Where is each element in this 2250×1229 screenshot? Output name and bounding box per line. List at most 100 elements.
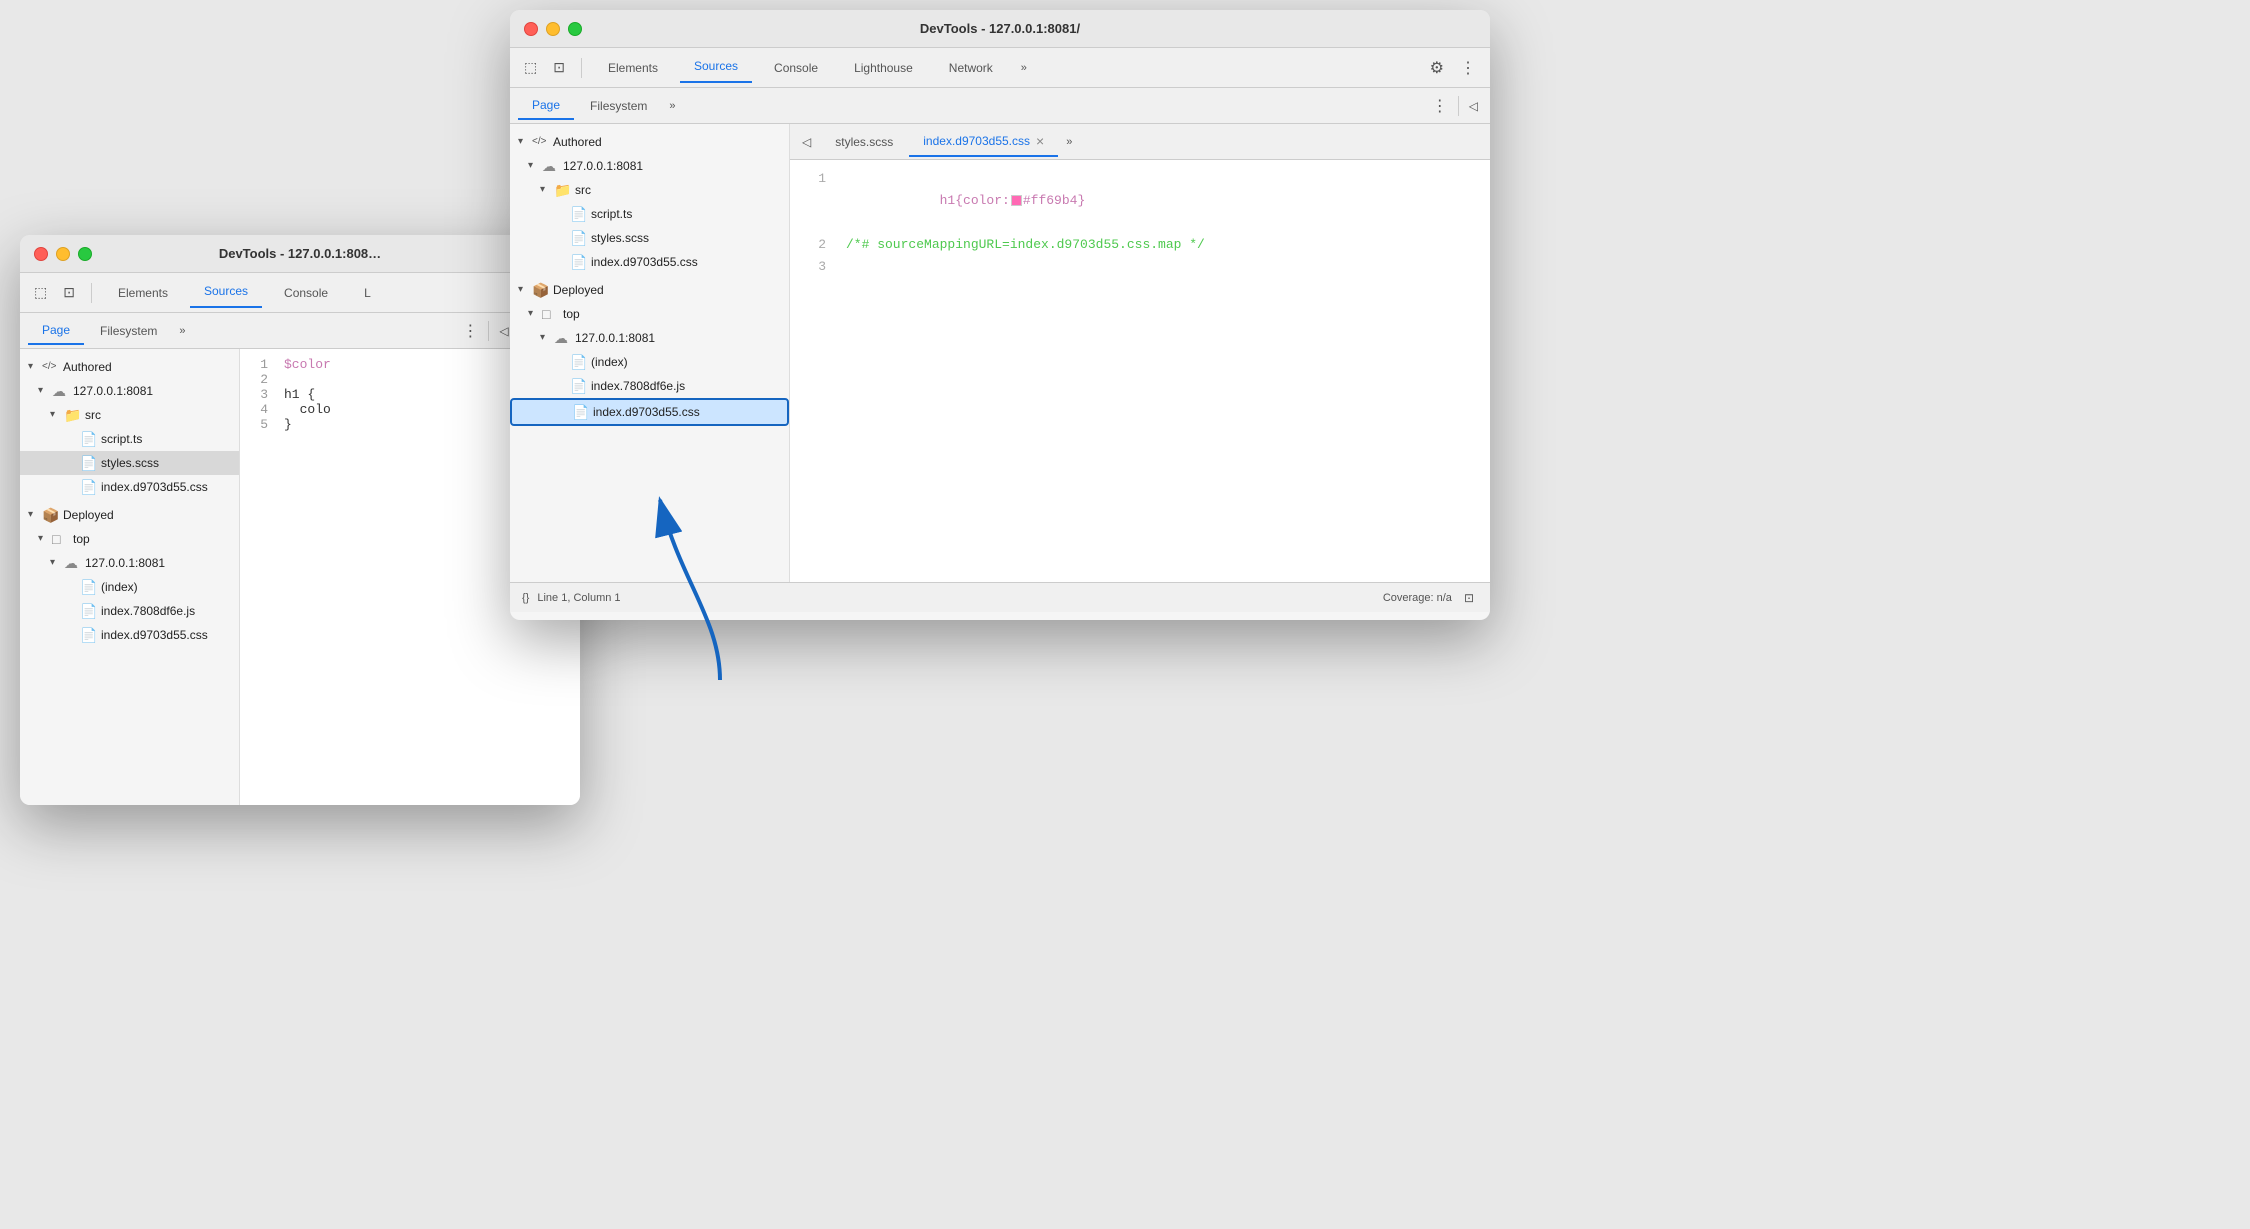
front-device-icon[interactable]: ⊡ [549,55,569,80]
back-device-icon[interactable]: ⊡ [59,280,79,305]
front-editor-tab-index-css[interactable]: index.d9703d55.css × [909,127,1058,157]
back-line-num-5: 5 [248,417,268,432]
front-subtab-page[interactable]: Page [518,92,574,120]
front-tab-lighthouse[interactable]: Lighthouse [840,55,927,81]
back-tab-sources[interactable]: Sources [190,278,262,308]
front-code-row-1: 1 h1{color:#ff69b4} [806,168,1474,234]
front-editor-collapse-icon[interactable]: ◁ [798,133,815,151]
front-editor-tab-more[interactable]: » [1060,134,1078,150]
front-index-css1-icon: 📄 [570,252,588,272]
front-subtab-filesystem[interactable]: Filesystem [576,93,661,119]
back-tab-console[interactable]: Console [270,280,342,306]
front-tab-console[interactable]: Console [760,55,832,81]
back-host1-label: 127.0.0.1:8081 [73,381,153,401]
front-index-html-icon: 📄 [570,352,588,372]
front-index-html-item[interactable]: 📄 (index) [510,350,789,374]
back-styles-scss-icon: 📄 [80,453,98,473]
back-devtools-window[interactable]: DevTools - 127.0.0.1:808… ⬚ ⊡ Elements S… [20,235,580,805]
front-tab-more-2[interactable]: » [663,98,681,114]
front-deployed-icon: 📦 [532,280,550,300]
front-titlebar: DevTools - 127.0.0.1:8081/ [510,10,1490,48]
back-subtab-filesystem[interactable]: Filesystem [86,318,171,344]
back-host2-cloud-icon: ☁ [64,553,82,573]
back-tab-menu-btn[interactable]: ⋮ [458,319,482,343]
back-host2-arrow [50,553,64,573]
front-styles-scss-item[interactable]: 📄 styles.scss [510,226,789,250]
front-tab-network[interactable]: Network [935,55,1007,81]
front-tab-sources[interactable]: Sources [680,53,752,83]
back-index-html-label: (index) [101,577,138,597]
front-src-arrow [540,180,554,200]
front-tab-menu-btn[interactable]: ⋮ [1428,94,1452,118]
front-cursor-icon[interactable]: ⬚ [520,55,541,80]
front-editor-tab-close-icon[interactable]: × [1036,133,1044,149]
front-host1-label: 127.0.0.1:8081 [563,156,643,176]
back-host2-item[interactable]: ☁ 127.0.0.1:8081 [20,551,239,575]
front-deployed-arrow [518,280,532,300]
front-editor-tab-index-css-label: index.d9703d55.css [923,134,1030,148]
back-line-content-1: $color [284,357,331,372]
front-index-css2-item[interactable]: 📄 index.d9703d55.css [510,398,789,426]
back-tab-elements[interactable]: Elements [104,280,182,306]
back-line-content-4: colo [284,402,331,417]
front-line-1-part2: #ff69b4} [1023,193,1085,208]
front-expand-icon[interactable]: ⊡ [1460,587,1478,609]
back-top-item[interactable]: □ top [20,527,239,551]
back-src-item[interactable]: 📁 src [20,403,239,427]
front-close-btn[interactable] [524,22,538,36]
front-line-1-content: h1{color:#ff69b4} [846,168,1085,234]
front-top-label: top [563,304,580,324]
front-tab-more[interactable]: » [1015,60,1033,76]
back-titlebar: DevTools - 127.0.0.1:808… [20,235,580,273]
back-subtab-page[interactable]: Page [28,317,84,345]
back-file-tree[interactable]: </> Authored ☁ 127.0.0.1:8081 📁 src 📄 sc… [20,349,240,805]
back-minimize-btn[interactable] [56,247,70,261]
front-script-ts-icon: 📄 [570,204,588,224]
front-top-item[interactable]: □ top [510,302,789,326]
back-styles-scss-label: styles.scss [101,453,159,473]
back-index-css2-item[interactable]: 📄 index.d9703d55.css [20,623,239,647]
back-index-css2-icon: 📄 [80,625,98,645]
back-src-label: src [85,405,101,425]
back-tab-more[interactable]: » [173,323,191,339]
front-maximize-btn[interactable] [568,22,582,36]
front-src-item[interactable]: 📁 src [510,178,789,202]
back-tab-l[interactable]: L [350,280,385,306]
front-deployed-item[interactable]: 📦 Deployed [510,278,789,302]
back-main-toolbar: ⬚ ⊡ Elements Sources Console L ⚙ ⋮ [20,273,580,313]
back-maximize-btn[interactable] [78,247,92,261]
back-host1-item[interactable]: ☁ 127.0.0.1:8081 [20,379,239,403]
back-authored-item[interactable]: </> Authored [20,355,239,379]
front-curly-icon: {} [522,592,529,604]
front-settings-icon[interactable]: ⚙ [1426,54,1448,82]
front-host2-item[interactable]: ☁ 127.0.0.1:8081 [510,326,789,350]
front-editor-tab-styles[interactable]: styles.scss [821,129,907,155]
front-index-css1-item[interactable]: 📄 index.d9703d55.css [510,250,789,274]
front-script-ts-item[interactable]: 📄 script.ts [510,202,789,226]
back-deployed-icon: 📦 [42,505,60,525]
back-deployed-arrow [28,505,42,525]
front-collapse-icon[interactable]: ◁ [1465,97,1482,115]
back-styles-scss-item[interactable]: 📄 styles.scss [20,451,239,475]
front-index-js-item[interactable]: 📄 index.7808df6e.js [510,374,789,398]
back-index-js-item[interactable]: 📄 index.7808df6e.js [20,599,239,623]
back-close-btn[interactable] [34,247,48,261]
front-host1-item[interactable]: ☁ 127.0.0.1:8081 [510,154,789,178]
back-deployed-item[interactable]: 📦 Deployed [20,503,239,527]
back-index-css1-item[interactable]: 📄 index.d9703d55.css [20,475,239,499]
back-authored-icon: </> [42,357,60,377]
back-index-html-item[interactable]: 📄 (index) [20,575,239,599]
back-index-js-icon: 📄 [80,601,98,621]
front-code-editor: 1 h1{color:#ff69b4} 2 /*# sourceMappingU… [790,160,1490,582]
back-cursor-icon[interactable]: ⬚ [30,280,51,305]
back-line-num-1: 1 [248,357,268,372]
front-minimize-btn[interactable] [546,22,560,36]
front-devtools-window[interactable]: DevTools - 127.0.0.1:8081/ ⬚ ⊡ Elements … [510,10,1490,620]
front-file-tree[interactable]: </> Authored ☁ 127.0.0.1:8081 📁 src 📄 sc… [510,124,790,582]
front-more-icon[interactable]: ⋮ [1456,54,1480,82]
front-authored-item[interactable]: </> Authored [510,130,789,154]
front-authored-icon: </> [532,132,550,152]
front-subtab-bar: Page Filesystem » ⋮ ◁ [510,88,1490,124]
front-tab-elements[interactable]: Elements [594,55,672,81]
back-script-ts-item[interactable]: 📄 script.ts [20,427,239,451]
